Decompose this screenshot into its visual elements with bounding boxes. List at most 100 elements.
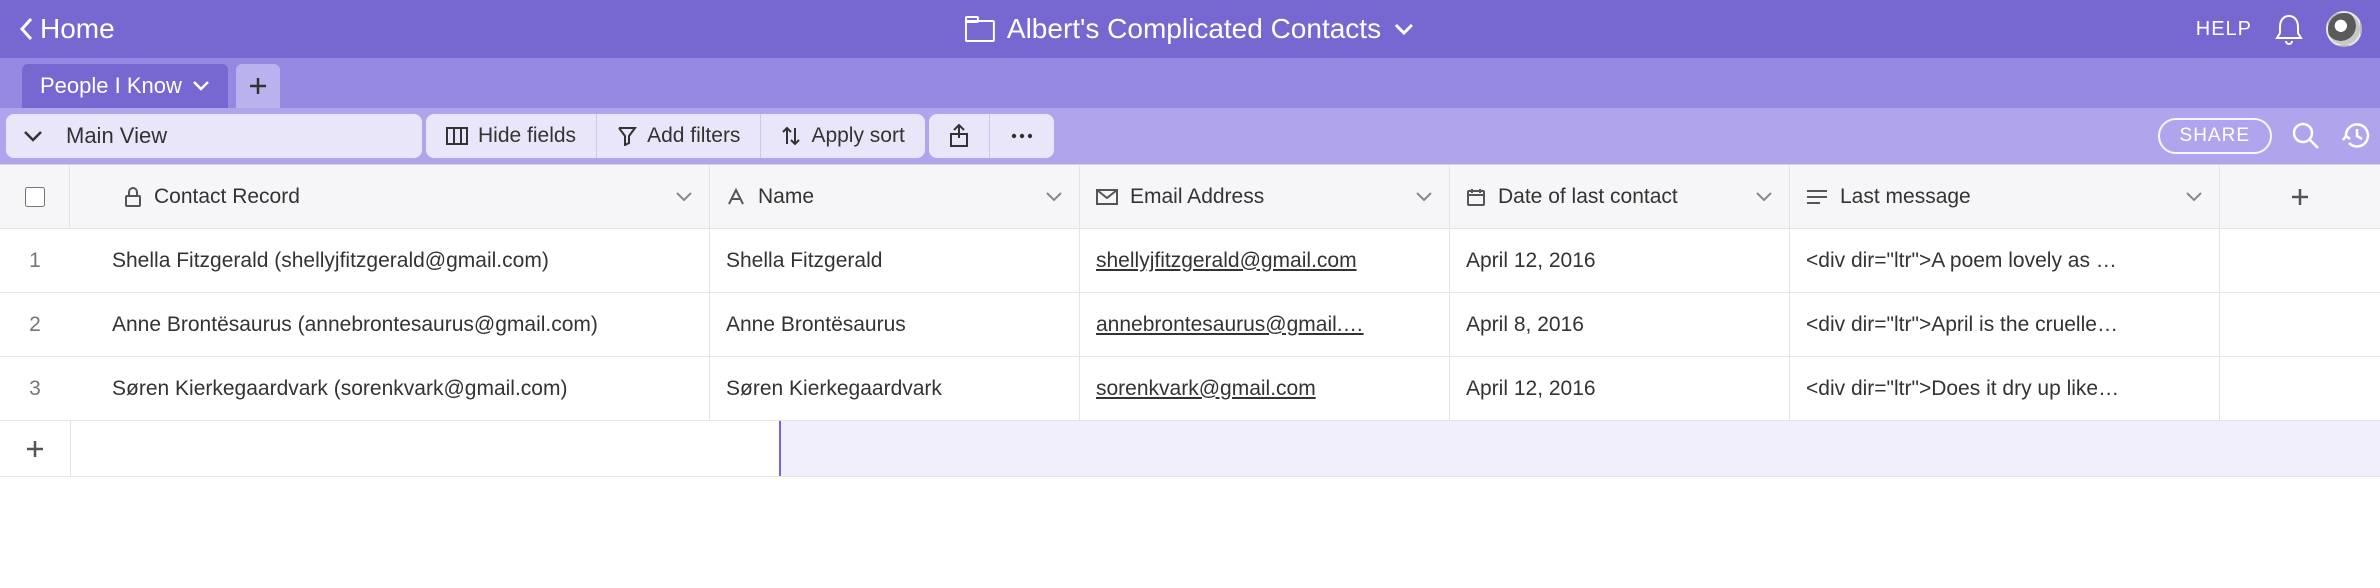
- home-button[interactable]: Home: [18, 13, 115, 45]
- cell-value: Shella Fitzgerald (shellyjfitzgerald@gma…: [112, 249, 549, 273]
- plus-icon: [248, 76, 268, 96]
- chevron-down-icon: [22, 129, 44, 143]
- cell-last-message[interactable]: <div dir="ltr">April is the cruelle…: [1790, 293, 2220, 356]
- cell-email[interactable]: annebrontesaurus@gmail.…: [1080, 293, 1450, 356]
- add-table-button[interactable]: [236, 64, 280, 108]
- cell-blank: [2220, 229, 2380, 292]
- chevron-down-icon: [1393, 22, 1415, 36]
- more-menu-button[interactable]: [990, 114, 1054, 158]
- chevron-down-icon: [2185, 191, 2203, 203]
- chevron-down-icon: [675, 191, 693, 203]
- view-name: Main View: [66, 123, 167, 149]
- email-link[interactable]: shellyjfitzgerald@gmail.com: [1096, 249, 1357, 273]
- table-row[interactable]: 2 Anne Brontësaurus (annebrontesaurus@gm…: [0, 293, 2380, 357]
- export-button[interactable]: [929, 114, 990, 158]
- home-label: Home: [40, 13, 115, 45]
- calendar-icon: [1466, 187, 1486, 207]
- column-label: Last message: [1840, 185, 1971, 209]
- hide-fields-label: Hide fields: [478, 124, 576, 148]
- apply-sort-button[interactable]: Apply sort: [761, 114, 924, 158]
- add-field-button[interactable]: [2220, 165, 2380, 228]
- row-number: 3: [0, 357, 70, 420]
- view-switcher[interactable]: Main View: [6, 114, 422, 158]
- grid-footer: [0, 421, 2380, 477]
- plus-icon: [25, 439, 45, 459]
- header-right: HELP: [2196, 11, 2362, 47]
- column-header-date[interactable]: Date of last contact: [1450, 165, 1790, 228]
- columns-icon: [446, 127, 468, 145]
- cell-name[interactable]: Shella Fitzgerald: [710, 229, 1080, 292]
- bell-icon[interactable]: [2274, 13, 2304, 45]
- column-header-name[interactable]: Name: [710, 165, 1080, 228]
- avatar[interactable]: [2326, 11, 2362, 47]
- chevron-down-icon: [1755, 191, 1773, 203]
- row-number: 2: [0, 293, 70, 356]
- mail-icon: [1096, 189, 1118, 205]
- cell-value: Anne Brontësaurus (annebrontesaurus@gmai…: [112, 313, 598, 337]
- column-header-contact-record[interactable]: Contact Record: [70, 165, 710, 228]
- cell-email[interactable]: shellyjfitzgerald@gmail.com: [1080, 229, 1450, 292]
- funnel-icon: [617, 126, 637, 146]
- select-all-checkbox[interactable]: [25, 187, 45, 207]
- cell-contact-record[interactable]: Shella Fitzgerald (shellyjfitzgerald@gma…: [70, 229, 710, 292]
- plus-icon: [2290, 187, 2310, 207]
- cell-name[interactable]: Søren Kierkegaardvark: [710, 357, 1080, 420]
- share-group: [929, 114, 1054, 158]
- cell-email[interactable]: sorenkvark@gmail.com: [1080, 357, 1450, 420]
- longtext-icon: [1806, 189, 1828, 205]
- grid-footer-rest: [70, 421, 2380, 476]
- cell-value: Søren Kierkegaardvark (sorenkvark@gmail.…: [112, 377, 567, 401]
- cell-last-message[interactable]: <div dir="ltr">A poem lovely as …: [1790, 229, 2220, 292]
- cell-blank: [2220, 293, 2380, 356]
- cell-contact-record[interactable]: Anne Brontësaurus (annebrontesaurus@gmai…: [70, 293, 710, 356]
- cell-date[interactable]: April 12, 2016: [1450, 357, 1790, 420]
- app-header: Home Albert's Complicated Contacts HELP: [0, 0, 2380, 58]
- table-row[interactable]: 1 Shella Fitzgerald (shellyjfitzgerald@g…: [0, 229, 2380, 293]
- more-horizontal-icon: [1010, 132, 1034, 140]
- folder-icon: [965, 16, 995, 42]
- cell-contact-record[interactable]: Søren Kierkegaardvark (sorenkvark@gmail.…: [70, 357, 710, 420]
- search-button[interactable]: [2290, 120, 2322, 152]
- chevron-left-icon: [18, 15, 36, 43]
- column-label: Date of last contact: [1498, 185, 1678, 209]
- help-button[interactable]: HELP: [2196, 18, 2252, 41]
- tab-people-i-know[interactable]: People I Know: [22, 64, 228, 108]
- lock-icon: [124, 187, 142, 207]
- history-button[interactable]: [2340, 119, 2374, 153]
- add-filters-label: Add filters: [647, 124, 740, 148]
- column-label: Contact Record: [154, 185, 300, 209]
- email-link[interactable]: annebrontesaurus@gmail.…: [1096, 313, 1364, 337]
- view-toolbar: Main View Hide fields Add filters Apply …: [0, 108, 2380, 164]
- column-label: Name: [758, 185, 814, 209]
- chevron-down-icon: [192, 80, 210, 92]
- select-all-cell[interactable]: [0, 165, 70, 228]
- add-row-button[interactable]: [0, 421, 70, 476]
- chevron-down-icon: [1415, 191, 1433, 203]
- add-filters-button[interactable]: Add filters: [597, 114, 761, 158]
- email-link[interactable]: sorenkvark@gmail.com: [1096, 377, 1316, 401]
- share-up-icon: [949, 124, 969, 148]
- share-button[interactable]: SHARE: [2158, 118, 2272, 154]
- table-row[interactable]: 3 Søren Kierkegaardvark (sorenkvark@gmai…: [0, 357, 2380, 421]
- toolbar-right: SHARE: [2158, 118, 2374, 154]
- table-tabs: People I Know: [0, 58, 2380, 108]
- grid-header-row: Contact Record Name Email Address Date o…: [0, 165, 2380, 229]
- apply-sort-label: Apply sort: [811, 124, 904, 148]
- sort-icon: [781, 125, 801, 147]
- chevron-down-icon: [1045, 191, 1063, 203]
- hide-fields-button[interactable]: Hide fields: [426, 114, 597, 158]
- column-header-email[interactable]: Email Address: [1080, 165, 1450, 228]
- cell-date[interactable]: April 12, 2016: [1450, 229, 1790, 292]
- base-title: Albert's Complicated Contacts: [1007, 13, 1381, 45]
- tab-label: People I Know: [40, 73, 182, 99]
- cell-last-message[interactable]: <div dir="ltr">Does it dry up like…: [1790, 357, 2220, 420]
- column-label: Email Address: [1130, 185, 1264, 209]
- cell-name[interactable]: Anne Brontësaurus: [710, 293, 1080, 356]
- column-header-last-message[interactable]: Last message: [1790, 165, 2220, 228]
- view-tools: Hide fields Add filters Apply sort: [426, 114, 925, 158]
- base-title-button[interactable]: Albert's Complicated Contacts: [965, 13, 1415, 45]
- row-number: 1: [0, 229, 70, 292]
- grid: Contact Record Name Email Address Date o…: [0, 164, 2380, 477]
- grid-body: 1 Shella Fitzgerald (shellyjfitzgerald@g…: [0, 229, 2380, 421]
- cell-date[interactable]: April 8, 2016: [1450, 293, 1790, 356]
